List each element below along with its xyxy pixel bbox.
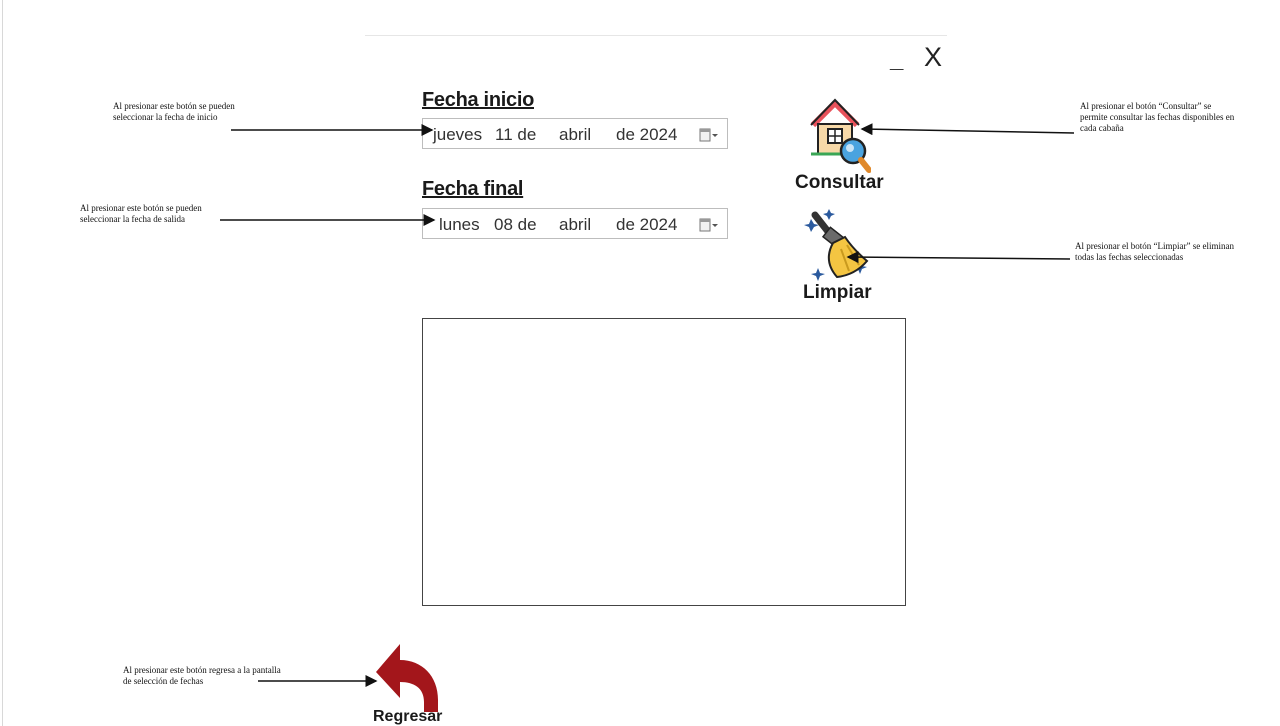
calendar-dropdown-icon[interactable] xyxy=(699,128,719,142)
annotation-regresar: Al presionar este botón regresa a la pan… xyxy=(123,665,281,686)
fecha-inicio-month: abril xyxy=(559,125,592,144)
house-search-icon xyxy=(810,98,871,173)
regresar-label: Regresar xyxy=(373,708,443,725)
fecha-inicio-weekday: jueves xyxy=(433,125,483,144)
annotation-final: Al presionar este botón se pueden selecc… xyxy=(80,203,202,224)
fecha-inicio-year: de 2024 xyxy=(616,125,678,144)
fecha-inicio-day: 11 de xyxy=(495,125,537,144)
fecha-final-picker[interactable]: lunes 08 de abril de 2024 xyxy=(422,208,728,239)
minimize-button[interactable]: _ xyxy=(890,46,903,74)
fecha-final-label: Fecha final xyxy=(422,178,524,200)
arrow-consultar xyxy=(860,123,1075,136)
annotation-limpiar: Al presionar el botón “Limpiar” se elimi… xyxy=(1075,241,1234,262)
back-arrow-icon xyxy=(376,644,438,712)
broom-icon xyxy=(804,209,869,281)
close-button[interactable]: X xyxy=(924,42,942,73)
fecha-final-day: 08 de xyxy=(494,215,537,234)
results-panel xyxy=(422,318,906,606)
regresar-button[interactable]: Regresar xyxy=(372,642,444,726)
fecha-inicio-picker[interactable]: jueves 11 de abril de 2024 xyxy=(422,118,728,149)
annotation-inicio: Al presionar este botón se pueden selecc… xyxy=(113,101,235,122)
fecha-inicio-label: Fecha inicio xyxy=(422,89,534,111)
consultar-label: Consultar xyxy=(795,172,884,193)
arrow-limpiar xyxy=(846,251,1071,264)
consultar-button[interactable]: Consultar xyxy=(795,95,884,195)
limpiar-button[interactable]: Limpiar xyxy=(803,205,873,305)
fecha-final-weekday: lunes xyxy=(439,215,480,234)
fecha-final-year: de 2024 xyxy=(616,215,678,234)
calendar-dropdown-icon[interactable] xyxy=(699,218,719,232)
left-edge-line xyxy=(2,0,3,726)
annotation-consultar: Al presionar el botón “Consultar” se per… xyxy=(1080,101,1235,133)
fecha-final-month: abril xyxy=(559,215,592,234)
limpiar-label: Limpiar xyxy=(803,282,872,303)
title-bar-divider xyxy=(365,35,947,36)
